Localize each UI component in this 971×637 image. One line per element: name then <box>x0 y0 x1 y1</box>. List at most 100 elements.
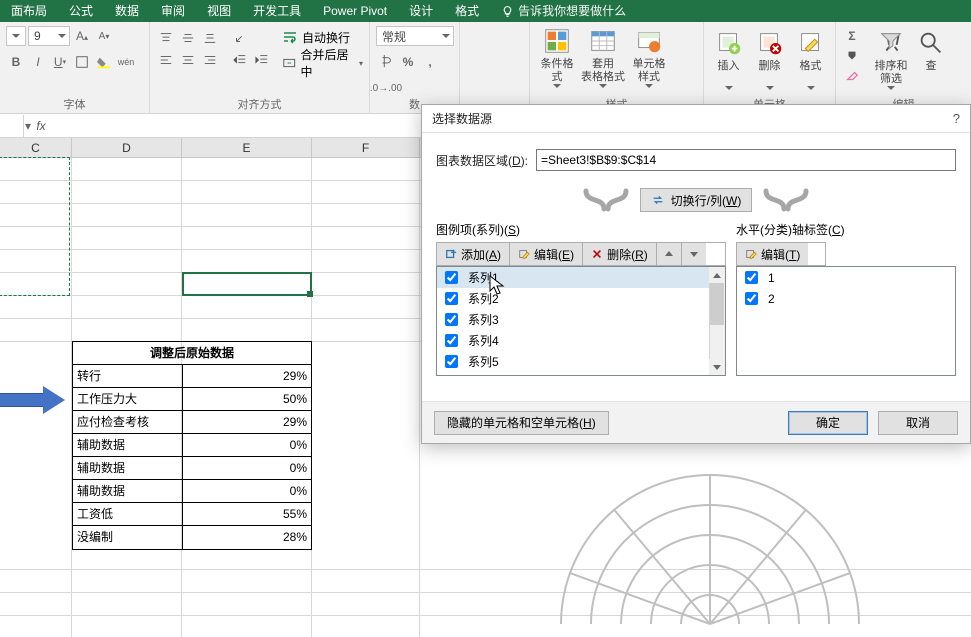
format-as-table-button[interactable]: 套用 表格格式 <box>582 24 624 90</box>
font-name-combo[interactable] <box>6 26 26 46</box>
move-down-button[interactable] <box>682 243 706 265</box>
grow-font-button[interactable]: A▴ <box>72 26 92 46</box>
table-row[interactable]: 29% <box>183 411 311 434</box>
comma-button[interactable]: , <box>420 52 440 72</box>
colhdr-f[interactable]: F <box>312 138 420 158</box>
dialog-titlebar[interactable]: 选择数据源 ? <box>422 105 970 133</box>
ok-button[interactable]: 确定 <box>788 411 868 435</box>
table-row[interactable]: 工资低 <box>73 503 183 526</box>
series-item[interactable]: 系列5 <box>437 351 725 372</box>
bold-button[interactable]: B <box>6 52 26 72</box>
axis-checkbox[interactable] <box>745 292 758 305</box>
active-cell[interactable] <box>182 272 312 296</box>
tab-pagelayout[interactable]: 面布局 <box>0 0 58 22</box>
series-checkbox[interactable] <box>445 292 458 305</box>
wrap-text-button[interactable]: 自动换行 <box>302 29 350 46</box>
align-middle-button[interactable] <box>178 28 198 48</box>
table-row[interactable]: 0% <box>183 434 311 457</box>
scroll-thumb[interactable] <box>710 283 724 325</box>
indent-decrease-button[interactable] <box>230 50 250 70</box>
align-top-button[interactable] <box>156 28 176 48</box>
tab-review[interactable]: 审阅 <box>150 0 196 22</box>
add-series-button[interactable]: 添加(A) <box>437 243 510 265</box>
table-row[interactable]: 辅助数据 <box>73 434 183 457</box>
conditional-formatting-button[interactable]: 条件格式 <box>536 24 578 90</box>
series-listbox[interactable]: 系列1 系列2 系列3 系列4 系列5 <box>436 266 726 376</box>
table-row[interactable]: 没编制 <box>73 526 183 549</box>
tab-design[interactable]: 设计 <box>398 0 444 22</box>
sort-filter-button[interactable]: 排序和筛选 <box>870 26 912 92</box>
series-item[interactable]: 系列4 <box>437 330 725 351</box>
tab-developer[interactable]: 开发工具 <box>242 0 312 22</box>
align-center-button[interactable] <box>178 50 198 70</box>
tell-me-search[interactable]: 告诉我你想要做什么 <box>490 0 637 22</box>
delete-cells-button[interactable]: 删除 <box>751 26 788 92</box>
find-select-button[interactable]: 查 <box>916 26 946 92</box>
table-row[interactable]: 28% <box>183 526 311 549</box>
table-row[interactable]: 转行 <box>73 365 183 388</box>
table-row[interactable]: 辅助数据 <box>73 480 183 503</box>
chart-range-input[interactable] <box>536 149 956 171</box>
series-checkbox[interactable] <box>445 355 458 368</box>
series-scrollbar[interactable] <box>709 267 725 375</box>
accounting-button[interactable] <box>376 52 396 72</box>
orientation-button[interactable] <box>230 28 250 48</box>
axis-checkbox[interactable] <box>745 271 758 284</box>
series-item[interactable]: 系列3 <box>437 309 725 330</box>
series-checkbox[interactable] <box>445 271 458 284</box>
align-left-button[interactable] <box>156 50 176 70</box>
border-button[interactable] <box>72 52 92 72</box>
series-checkbox[interactable] <box>445 313 458 326</box>
percent-button[interactable]: % <box>398 52 418 72</box>
cancel-button[interactable]: 取消 <box>878 411 958 435</box>
autosum-button[interactable]: Σ <box>842 26 862 46</box>
name-box[interactable] <box>0 115 24 137</box>
underline-button[interactable]: U▾ <box>50 52 70 72</box>
tab-format[interactable]: 格式 <box>444 0 490 22</box>
edit-series-button[interactable]: 编辑(E) <box>510 243 583 265</box>
series-item[interactable]: 系列1 <box>437 267 725 288</box>
delete-series-button[interactable]: 删除(R) <box>583 243 657 265</box>
align-bottom-button[interactable] <box>200 28 220 48</box>
fill-handle[interactable] <box>307 291 313 297</box>
table-row[interactable]: 应付检查考核 <box>73 411 183 434</box>
colhdr-d[interactable]: D <box>72 138 182 158</box>
table-row[interactable]: 0% <box>183 457 311 480</box>
insert-cells-button[interactable]: 插入 <box>710 26 747 92</box>
tab-data[interactable]: 数据 <box>104 0 150 22</box>
clear-button[interactable] <box>842 66 862 86</box>
half-doughnut-chart[interactable] <box>540 454 880 624</box>
table-row[interactable]: 工作压力大 <box>73 388 183 411</box>
scroll-down-button[interactable] <box>709 359 725 375</box>
table-row[interactable]: 50% <box>183 388 311 411</box>
axis-item[interactable]: 2 <box>737 288 955 309</box>
increase-decimal-button[interactable]: .0→.00 <box>376 78 396 98</box>
edit-axis-button[interactable]: 编辑(T) <box>737 243 808 265</box>
arrow-shape[interactable] <box>0 386 70 414</box>
move-up-button[interactable] <box>657 243 682 265</box>
align-right-button[interactable] <box>200 50 220 70</box>
italic-button[interactable]: I <box>28 52 48 72</box>
axis-listbox[interactable]: 1 2 <box>736 266 956 376</box>
scroll-up-button[interactable] <box>709 267 725 283</box>
table-row[interactable]: 0% <box>183 480 311 503</box>
format-cells-button[interactable]: 格式 <box>792 26 829 92</box>
series-item[interactable]: 系列2 <box>437 288 725 309</box>
indent-increase-button[interactable] <box>252 50 272 70</box>
colhdr-e[interactable]: E <box>182 138 312 158</box>
number-format-combo[interactable]: 常规 <box>376 26 454 46</box>
table-row[interactable]: 辅助数据 <box>73 457 183 480</box>
tab-view[interactable]: 视图 <box>196 0 242 22</box>
table-row[interactable]: 29% <box>183 365 311 388</box>
font-size-combo[interactable]: 9 <box>28 26 70 46</box>
cell-styles-button[interactable]: 单元格样式 <box>628 24 670 90</box>
fx-button[interactable]: fx <box>32 119 50 133</box>
table-row[interactable]: 55% <box>183 503 311 526</box>
series-checkbox[interactable] <box>445 334 458 347</box>
colhdr-c[interactable]: C <box>0 138 72 158</box>
fill-button[interactable] <box>842 46 862 66</box>
tab-powerpivot[interactable]: Power Pivot <box>312 0 398 22</box>
tab-formulas[interactable]: 公式 <box>58 0 104 22</box>
dialog-help-button[interactable]: ? <box>953 111 960 126</box>
fill-color-button[interactable] <box>94 52 114 72</box>
